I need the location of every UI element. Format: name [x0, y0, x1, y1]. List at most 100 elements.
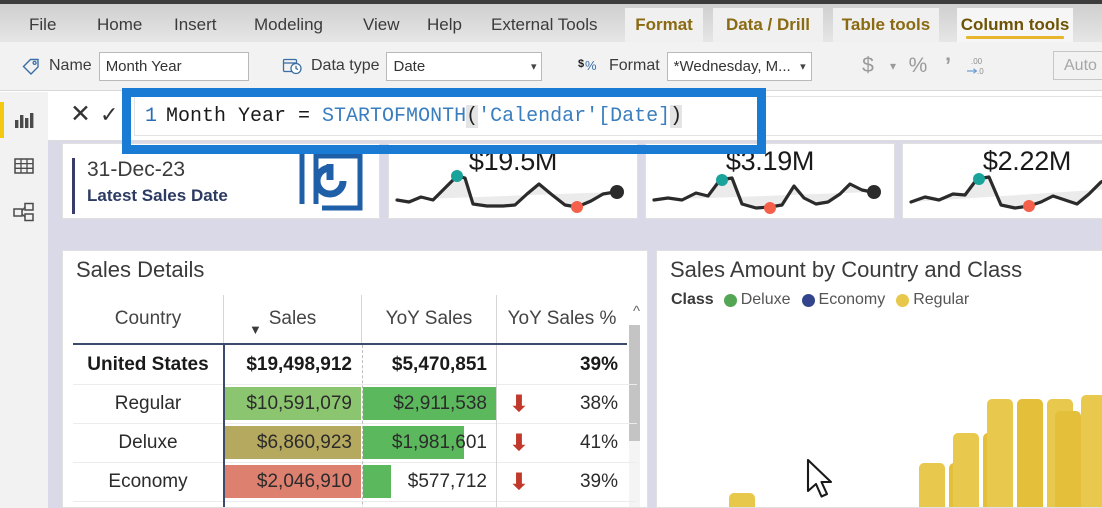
svg-text:$: $ — [578, 58, 584, 70]
column-header-yoy-sales-pct[interactable]: YoY Sales % — [497, 295, 627, 343]
ribbon-tab-label: Table tools — [841, 15, 931, 34]
row-sales: $10,591,079 — [246, 392, 352, 414]
percent-icon[interactable]: % — [903, 52, 933, 80]
bar-chart-plot[interactable] — [657, 307, 1102, 507]
kpi-card-yoy-sales-pct[interactable]: $2.22M — [902, 143, 1102, 219]
name-property-group: Name Month Year — [18, 51, 249, 81]
ribbon-tab-view[interactable]: View — [352, 8, 411, 42]
row-sales: $6,860,923 — [256, 431, 352, 453]
kpi-card-yoy-sales[interactable]: $3.19M — [645, 143, 895, 219]
ribbon-tab-modeling[interactable]: Modeling — [243, 8, 334, 42]
auto-button[interactable]: Auto — [1053, 51, 1102, 80]
legend-swatch-icon — [896, 293, 910, 307]
formula-function: STARTOFMONTH — [322, 104, 467, 128]
ribbon-tab-label: Column tools — [960, 15, 1070, 34]
comma-icon[interactable]: ’ — [933, 52, 963, 80]
ribbon-tab-external-tools[interactable]: External Tools — [480, 8, 608, 42]
formula-close-paren: ) — [670, 104, 683, 128]
table-divider — [362, 345, 364, 507]
sales-by-country-class-panel: Sales Amount by Country and Class Class … — [656, 250, 1102, 508]
ribbon-tab-label: Format — [635, 15, 693, 34]
sparkline-chart — [652, 174, 881, 214]
row-yoy-sales: $5,470,851 — [391, 353, 487, 375]
formula-open-paren: ( — [466, 104, 479, 128]
sales-details-panel: Sales Details Country Sales YoY Sales Yo… — [62, 250, 648, 508]
row-label: Deluxe — [118, 431, 178, 453]
datatype-select[interactable]: Date ▾ — [386, 51, 543, 81]
column-tools-property-bar: Name Month Year Data type Date ▾ $ % For… — [0, 42, 1102, 91]
name-input[interactable]: Month Year — [98, 51, 249, 81]
formula-table-column: 'Calendar'[Date] — [478, 104, 671, 128]
data-view-icon[interactable] — [6, 148, 42, 184]
arrow-down-red-icon: ⬇ — [509, 390, 529, 416]
ribbon-tab-home[interactable]: Home — [86, 8, 153, 42]
currency-dropdown-icon[interactable]: ▾ — [883, 52, 903, 80]
kpi-date-value: 31-Dec-23 — [87, 158, 186, 181]
format-select[interactable]: *Wednesday, M... ▾ — [666, 51, 812, 81]
tag-icon — [18, 53, 44, 79]
cancel-x-icon[interactable]: ✕ — [70, 102, 91, 127]
row-yoy-sales: $577,712 — [407, 470, 487, 492]
name-label: Name — [49, 57, 92, 74]
ribbon-tab-help[interactable]: Help — [416, 8, 473, 42]
rail-selection-indicator — [0, 102, 4, 138]
model-view-icon[interactable] — [6, 194, 42, 230]
currency-percent-icon: $ % — [578, 53, 604, 79]
currency-icon[interactable]: $ — [853, 52, 883, 80]
table-row[interactable]: United States $19,498,912 $5,470,851 39% — [73, 345, 637, 384]
arrow-down-red-icon: ⬇ — [509, 429, 529, 455]
report-canvas: 31-Dec-23 Latest Sales Date $19.5M $3.19… — [48, 140, 1102, 508]
arrow-down-red-icon: ⬇ — [509, 468, 529, 494]
report-view-icon[interactable] — [6, 102, 42, 138]
sort-descending-caret-icon[interactable]: ▼ — [249, 322, 262, 337]
format-property-group: $ % Format *Wednesday, M... ▾ — [578, 51, 812, 81]
row-label: Economy — [108, 470, 188, 492]
bar-group-regular — [729, 395, 1102, 507]
kpi-card-sales-amount[interactable]: $19.5M — [388, 143, 638, 219]
row-yoy-sales: $2,911,538 — [393, 392, 487, 414]
svg-text:.00: .00 — [971, 57, 983, 66]
datatype-value: Date — [393, 57, 426, 75]
kpi-date-subtitle: Latest Sales Date — [87, 186, 228, 205]
formula-expression: Month Year = STARTOFMONTH('Calendar'[Dat… — [166, 104, 683, 128]
table-row[interactable]: Economy $2,046,910 $577,712 ⬇ 39% — [73, 462, 637, 501]
column-header-yoy-sales[interactable]: YoY Sales — [362, 295, 496, 343]
ribbon-tab-table-tools[interactable]: Table tools — [833, 8, 939, 42]
ribbon-tab-data-drill[interactable]: Data / Drill — [713, 8, 823, 42]
sales-details-table: Country Sales YoY Sales YoY Sales % ▼ ^ — [73, 295, 640, 507]
formula-input[interactable]: 1 Month Year = STARTOFMONTH('Calendar'[D… — [134, 96, 1102, 136]
legend-swatch-icon — [723, 293, 737, 307]
table-row[interactable]: Deluxe $6,860,923 $1,981,601 ⬇ 41% — [73, 423, 637, 462]
kpi-card-latest-sales-date[interactable]: 31-Dec-23 Latest Sales Date — [62, 143, 380, 219]
active-tab-underline — [966, 36, 1064, 39]
view-switcher-rail — [0, 92, 49, 508]
ribbon-tab-file[interactable]: File — [18, 8, 67, 42]
panel-title: Sales Details — [76, 257, 205, 282]
chevron-down-icon: ▾ — [530, 60, 537, 73]
accept-check-icon[interactable]: ✓ — [100, 104, 118, 126]
row-yoy-pct: 41% — [579, 431, 618, 453]
row-label: Regular — [114, 392, 182, 414]
column-header-sales[interactable]: Sales — [224, 295, 361, 343]
sparkline-chart — [909, 173, 1102, 212]
table-row[interactable]: Regular $10,591,079 $2,911,538 ⬇ 38% — [73, 384, 637, 423]
ribbon-tab-column-tools[interactable]: Column tools — [957, 8, 1073, 42]
calendar-icon — [286, 146, 372, 218]
format-value: *Wednesday, M... — [673, 57, 791, 75]
name-input-value: Month Year — [105, 57, 182, 75]
chevron-up-icon[interactable]: ^ — [633, 303, 640, 320]
column-header-country[interactable]: Country — [73, 295, 223, 343]
table-divider — [496, 345, 497, 507]
legend-swatch-icon — [801, 293, 815, 307]
header-divider — [496, 295, 497, 343]
ribbon-tab-format[interactable]: Format — [625, 8, 703, 42]
row-label: United States — [87, 353, 209, 375]
decimal-places-icon[interactable]: .00 .0 — [963, 52, 993, 80]
table-row[interactable] — [73, 501, 637, 507]
powerbi-desktop-window: File Home Insert Modeling View Help External T… — [0, 0, 1102, 508]
row-sales: $2,046,910 — [256, 470, 352, 492]
datatype-label: Data type — [311, 57, 380, 74]
table-divider — [223, 345, 225, 507]
ribbon-tab-insert[interactable]: Insert — [163, 8, 228, 42]
dax-formula-bar: ✕ ✓ 1 Month Year = STARTOFMONTH('Calenda… — [48, 92, 1102, 141]
